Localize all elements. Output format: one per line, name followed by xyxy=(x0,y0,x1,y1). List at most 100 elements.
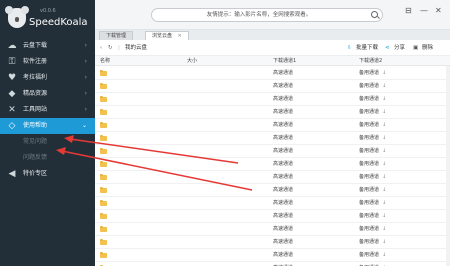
channel2-label: 备用通道 xyxy=(359,239,380,245)
table-row[interactable]: 高速通道 备用通道↓ xyxy=(95,80,450,93)
channel2-link[interactable]: 备用通道↓ xyxy=(359,249,386,262)
channel2-link[interactable]: 备用通道↓ xyxy=(359,197,386,210)
channel2-link[interactable]: 备用通道↓ xyxy=(359,210,386,223)
sidebar-item-help[interactable]: ◇ 使用帮助 ⌄ xyxy=(0,118,95,134)
channel2-link[interactable]: 备用通道↓ xyxy=(359,223,386,236)
sidebar-item-cloud-download[interactable]: ☁ 云盘下载 › xyxy=(0,38,95,54)
window-menu-icon[interactable]: ⊟ xyxy=(405,6,412,15)
file-table: 名称 大小 下载通道1 下载通道2 高速通道 备用通道 ↓ 高速通道 备用通道 ↓ 高速通道… xyxy=(95,56,450,266)
folder-icon xyxy=(100,187,107,193)
table-row[interactable]: 高速通道 备用通道↓ xyxy=(95,93,450,106)
folder-icon xyxy=(100,122,107,128)
download-arrow-icon: ↓ xyxy=(382,135,387,141)
channel2-link[interactable]: 备用通道↓ xyxy=(359,67,386,80)
channel1-link[interactable]: 高速通道 xyxy=(273,223,293,236)
channel1-link[interactable]: 高速通道 xyxy=(273,106,293,119)
table-row[interactable]: 高速通道 备用通道↓ xyxy=(95,106,450,119)
sidebar-item-tool-sites[interactable]: ✕ 工具网站 › xyxy=(0,102,95,118)
table-row[interactable]: 高速通道 备用通道↓ xyxy=(95,262,450,266)
tab-close-icon[interactable]: × xyxy=(178,33,182,39)
folder-icon xyxy=(100,213,107,219)
delete-button[interactable]: 删除 xyxy=(422,40,433,56)
table-row[interactable]: 高速通道 备用通道↓ xyxy=(95,145,450,158)
table-row[interactable]: 高速通道 备用通道↓ xyxy=(95,249,450,262)
channel2-link[interactable]: 备用通道↓ xyxy=(359,132,386,145)
sidebar-item-label: 工具网站 xyxy=(23,106,48,113)
channel1-label: 高速通道 xyxy=(273,83,294,89)
sidebar-item-label: 精品资源 xyxy=(23,90,48,97)
share-icon[interactable]: ⋖ xyxy=(385,40,390,56)
table-row[interactable]: 高速通道 备用通道↓ xyxy=(95,119,450,132)
channel2-label: 备用通道 xyxy=(359,135,380,141)
breadcrumb-my-disk[interactable]: 我的云盘 xyxy=(125,40,147,56)
folder-icon xyxy=(100,239,107,245)
channel1-link[interactable]: 高速通道 xyxy=(273,132,293,145)
scrollbar[interactable] xyxy=(446,66,450,266)
app-version: v0.0.6 xyxy=(40,8,56,14)
channel1-link[interactable]: 高速通道 xyxy=(273,249,293,262)
download-arrow-icon: ↓ xyxy=(382,239,387,245)
table-row[interactable]: 高速通道 备用通道↓ xyxy=(95,223,450,236)
sidebar-item-premium-resources[interactable]: ◆ 精品资源 › xyxy=(0,86,95,102)
back-icon[interactable]: ‹ xyxy=(100,40,102,56)
table-row[interactable]: 高速通道 备用通道↓ xyxy=(95,171,450,184)
sidebar-subitem-faq[interactable]: 常见问题 xyxy=(0,134,95,150)
channel2-link[interactable]: 备用通道↓ xyxy=(359,93,386,106)
column-channel1[interactable]: 下载通道1 xyxy=(273,56,296,66)
megaphone-icon: ◀ xyxy=(8,169,16,179)
channel1-link[interactable]: 高速通道 xyxy=(273,236,293,249)
delete-icon[interactable]: ▣ xyxy=(413,40,418,56)
column-size[interactable]: 大小 xyxy=(187,56,197,66)
table-row[interactable]: 高速通道 备用通道↓ xyxy=(95,67,450,80)
download-arrow-icon: ↓ xyxy=(382,174,387,180)
batch-download-icon[interactable]: ⇩ xyxy=(347,40,352,56)
channel2-link[interactable]: 备用通道↓ xyxy=(359,262,386,266)
channel1-link[interactable]: 高速通道 xyxy=(273,145,293,158)
folder-icon xyxy=(100,200,107,206)
channel2-link[interactable]: 备用通道↓ xyxy=(359,145,386,158)
search-icon[interactable] xyxy=(371,11,378,18)
channel2-link[interactable]: 备用通道↓ xyxy=(359,106,386,119)
channel1-link[interactable]: 高速通道 xyxy=(273,262,293,266)
channel1-link[interactable]: 高速通道 xyxy=(273,67,293,80)
channel1-link[interactable]: 高速通道 xyxy=(273,197,293,210)
sidebar-item-koala-welfare[interactable]: ♥ 考拉福利 › xyxy=(0,70,95,86)
table-row[interactable]: 高速通道 备用通道↓ xyxy=(95,132,450,145)
channel1-link[interactable]: 高速通道 xyxy=(273,210,293,223)
channel2-link[interactable]: 备用通道↓ xyxy=(359,80,386,93)
table-row[interactable]: 高速通道 备用通道↓ xyxy=(95,236,450,249)
search-input[interactable]: 友情提示：输入影片名称，全网搜索观看。 xyxy=(151,8,383,22)
channel2-link[interactable]: 备用通道↓ xyxy=(359,119,386,132)
column-channel2[interactable]: 下载通道2 xyxy=(359,56,382,66)
tools-icon: ✕ xyxy=(8,105,16,115)
column-name[interactable]: 名称 xyxy=(100,56,110,66)
sidebar-item-label: 软件注册 xyxy=(23,58,48,65)
channel1-link[interactable]: 高速通道 xyxy=(273,93,293,106)
chevron-right-icon: › xyxy=(84,106,87,113)
channel2-link[interactable]: 备用通道↓ xyxy=(359,171,386,184)
table-row[interactable]: 高速通道 备用通道↓ xyxy=(95,197,450,210)
channel1-link[interactable]: 高速通道 xyxy=(273,119,293,132)
channel1-link[interactable]: 高速通道 xyxy=(273,184,293,197)
channel1-link[interactable]: 高速通道 xyxy=(273,158,293,171)
channel2-link[interactable]: 备用通道↓ xyxy=(359,184,386,197)
tab-download-manager[interactable]: 下载管理 xyxy=(99,31,134,40)
refresh-icon[interactable]: ↻ xyxy=(108,40,113,56)
batch-download-button[interactable]: 批量下载 xyxy=(356,40,378,56)
channel1-link[interactable]: 高速通道 xyxy=(273,80,293,93)
channel1-link[interactable]: 高速通道 xyxy=(273,171,293,184)
table-row[interactable]: 高速通道 备用通道↓ xyxy=(95,158,450,171)
channel2-link[interactable]: 备用通道↓ xyxy=(359,158,386,171)
sidebar-item-software-register[interactable]: ⚿ 软件注册 › xyxy=(0,54,95,70)
channel1-label: 高速通道 xyxy=(273,213,294,219)
share-button[interactable]: 分享 xyxy=(394,40,405,56)
chevron-right-icon: › xyxy=(84,58,87,65)
close-icon[interactable]: ✕ xyxy=(435,6,442,15)
sidebar-item-special-offers[interactable]: ◀ 特价专区 xyxy=(0,166,95,182)
channel2-link[interactable]: 备用通道↓ xyxy=(359,236,386,249)
table-row[interactable]: 高速通道 备用通道↓ xyxy=(95,210,450,223)
tab-browse-disk[interactable]: 浏览云盘 × xyxy=(145,31,189,40)
sidebar-subitem-feedback[interactable]: 问题反馈 xyxy=(0,150,95,166)
table-row[interactable]: 高速通道 备用通道↓ xyxy=(95,184,450,197)
minimize-icon[interactable]: — xyxy=(420,6,428,15)
